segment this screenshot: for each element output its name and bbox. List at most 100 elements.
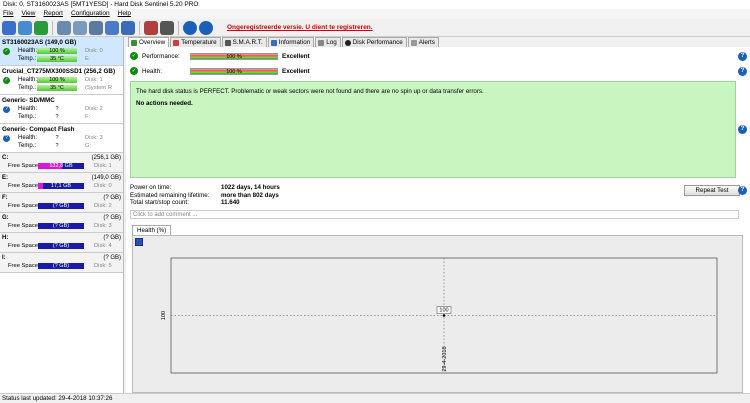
tools-icon[interactable] bbox=[57, 20, 71, 35]
tab-disk-performance[interactable]: Disk Performance bbox=[341, 37, 407, 47]
info-icon[interactable] bbox=[199, 20, 213, 35]
temp-value: ? bbox=[55, 114, 59, 120]
disk-icon[interactable] bbox=[18, 20, 32, 35]
free-space-value: 17,1 GB bbox=[50, 183, 72, 189]
disk-name: Generic- Compact Flash bbox=[2, 126, 75, 133]
health-bar: 100 % bbox=[37, 77, 77, 83]
unregistered-link[interactable]: Ongeregistreerde versie. U dient te regi… bbox=[227, 24, 373, 31]
performance-rating: Excellent bbox=[282, 53, 310, 60]
tab-label: Information bbox=[278, 39, 311, 46]
help-icon[interactable] bbox=[183, 20, 197, 35]
disk-entry[interactable]: Generic- SD/MMC ? Health:? Disk: 2 Temp.:… bbox=[0, 95, 123, 124]
volume-size: (149,0 GB) bbox=[91, 175, 121, 181]
free-space-bar: 132,8 GB bbox=[38, 163, 84, 169]
toolbar-separator bbox=[139, 20, 140, 35]
menu-report[interactable]: Report bbox=[43, 9, 63, 19]
free-space-bar: 17,1 GB bbox=[38, 183, 84, 189]
menu-configuration[interactable]: Configuration bbox=[71, 9, 110, 19]
disk-extra: G: bbox=[85, 143, 92, 149]
temp-label: Temp.: bbox=[18, 85, 37, 91]
tab-smart[interactable]: S.M.A.R.T. bbox=[221, 37, 267, 47]
status-bar: Status last updated: 29-4-2018 10:37:26 bbox=[0, 393, 750, 403]
volume-letter: F: bbox=[2, 195, 8, 201]
free-space-label: Free Space bbox=[8, 183, 38, 189]
volume-entry[interactable]: I: (? GB) Free Space (? GB) Disk: 5 bbox=[0, 253, 123, 273]
health-bar: 100 % bbox=[37, 48, 77, 54]
disk-ref: Disk: 1 bbox=[85, 77, 103, 83]
disk-ref: Disk: 0 bbox=[94, 183, 112, 189]
tab-label: Alerts bbox=[418, 39, 435, 46]
temp-label: Temp.: bbox=[18, 114, 37, 120]
status-text: The hard disk status is PERFECT. Problem… bbox=[136, 88, 484, 95]
power-icon[interactable] bbox=[160, 20, 174, 35]
report-icon[interactable] bbox=[121, 20, 135, 35]
disk-entry[interactable]: ST3160023AS (149,0 GB) ✓ Health: 100 % Dis… bbox=[0, 37, 123, 66]
thermometer-icon bbox=[173, 39, 180, 46]
tab-label: Temperature bbox=[181, 39, 217, 46]
volume-entry[interactable]: F: (? GB) Free Space (? GB) Disk: 2 bbox=[0, 193, 123, 213]
volume-size: (? GB) bbox=[103, 215, 121, 221]
temp-bar: 35 °C bbox=[37, 85, 77, 91]
actions-text: No actions needed. bbox=[136, 100, 193, 107]
alert-icon bbox=[410, 39, 417, 46]
volume-entry[interactable]: C: (256,1 GB) Free Space 132,8 GB Disk: 1 bbox=[0, 153, 123, 173]
globe-icon[interactable] bbox=[34, 20, 48, 35]
health-row: Health: 100 % Excellent bbox=[130, 68, 310, 75]
health-value: ? bbox=[55, 135, 59, 141]
overview-icon bbox=[131, 39, 137, 46]
tab-information[interactable]: Information bbox=[267, 37, 315, 47]
disk-extra: (System R bbox=[85, 85, 113, 91]
help-icon[interactable]: ? bbox=[738, 186, 747, 195]
tab-alerts[interactable]: Alerts bbox=[407, 37, 439, 47]
refresh-icon[interactable] bbox=[2, 20, 16, 35]
volume-letter: C: bbox=[2, 155, 9, 161]
repeat-test-button[interactable]: Repeat Test bbox=[684, 185, 740, 196]
volume-letter: G: bbox=[2, 215, 9, 221]
test-icon[interactable] bbox=[105, 20, 119, 35]
free-space-bar: (? GB) bbox=[38, 243, 84, 249]
free-space-value: (? GB) bbox=[52, 243, 70, 249]
wrench-icon[interactable] bbox=[89, 20, 103, 35]
menu-help[interactable]: Help bbox=[118, 9, 131, 19]
window-title: Disk: 0, ST3160023AS [5MT1YESD] - Hard D… bbox=[0, 0, 750, 9]
tab-health-percent[interactable]: Health (%) bbox=[132, 225, 172, 235]
free-space-label: Free Space bbox=[8, 163, 38, 169]
menu-bar: File View Report Configuration Help bbox=[0, 9, 750, 19]
volume-list: C: (256,1 GB) Free Space 132,8 GB Disk: 1 E: (… bbox=[0, 153, 123, 273]
health-rating: Excellent bbox=[282, 68, 310, 75]
volume-entry[interactable]: H: (? GB) Free Space (? GB) Disk: 4 bbox=[0, 233, 123, 253]
free-space-value: (? GB) bbox=[52, 263, 70, 269]
disk-ref: Disk: 3 bbox=[85, 135, 103, 141]
help-icon[interactable]: ? bbox=[738, 52, 747, 61]
help-icon[interactable]: ? bbox=[738, 125, 747, 134]
tab-bar: Overview Temperature S.M.A.R.T. Informat… bbox=[126, 37, 750, 47]
performance-icon bbox=[344, 39, 351, 46]
menu-view[interactable]: View bbox=[21, 9, 35, 19]
smart-icon bbox=[224, 39, 231, 46]
free-space-bar: (? GB) bbox=[38, 203, 84, 209]
volume-entry[interactable]: G: (? GB) Free Space (? GB) Disk: 3 bbox=[0, 213, 123, 233]
ok-status-icon: ✓ bbox=[3, 77, 10, 84]
menu-file[interactable]: File bbox=[3, 9, 13, 19]
disk-ref: Disk: 2 bbox=[94, 203, 112, 209]
settings-icon[interactable] bbox=[73, 20, 87, 35]
x-tick-label: 29-4-2018 bbox=[442, 346, 448, 371]
disk-extra: E: bbox=[85, 56, 91, 62]
tab-temperature[interactable]: Temperature bbox=[170, 37, 221, 47]
disk-entry[interactable]: Generic- Compact Flash ? Health:? Disk: 3… bbox=[0, 124, 123, 153]
free-space-label: Free Space bbox=[8, 263, 38, 269]
disk-ref: Disk: 5 bbox=[94, 263, 112, 269]
tab-overview[interactable]: Overview bbox=[128, 37, 170, 47]
disk-entry[interactable]: Crucial_CT275MX300SSD1 (256,2 GB) ✓ Heal… bbox=[0, 66, 123, 95]
lifetime-value: more than 802 days bbox=[221, 191, 279, 199]
tab-log[interactable]: Log bbox=[315, 37, 341, 47]
chart-icon[interactable] bbox=[144, 20, 158, 35]
disk-ref: Disk: 2 bbox=[85, 106, 103, 112]
help-icon[interactable]: ? bbox=[738, 67, 747, 76]
temp-label: Temp.: bbox=[18, 56, 37, 62]
toolbar-separator bbox=[178, 20, 179, 35]
volume-entry[interactable]: E: (149,0 GB) Free Space 17,1 GB Disk: 0 bbox=[0, 173, 123, 193]
free-space-fill bbox=[38, 183, 44, 189]
comment-input[interactable]: Click to add comment ... bbox=[130, 210, 739, 219]
point-label: 100 bbox=[439, 308, 448, 314]
